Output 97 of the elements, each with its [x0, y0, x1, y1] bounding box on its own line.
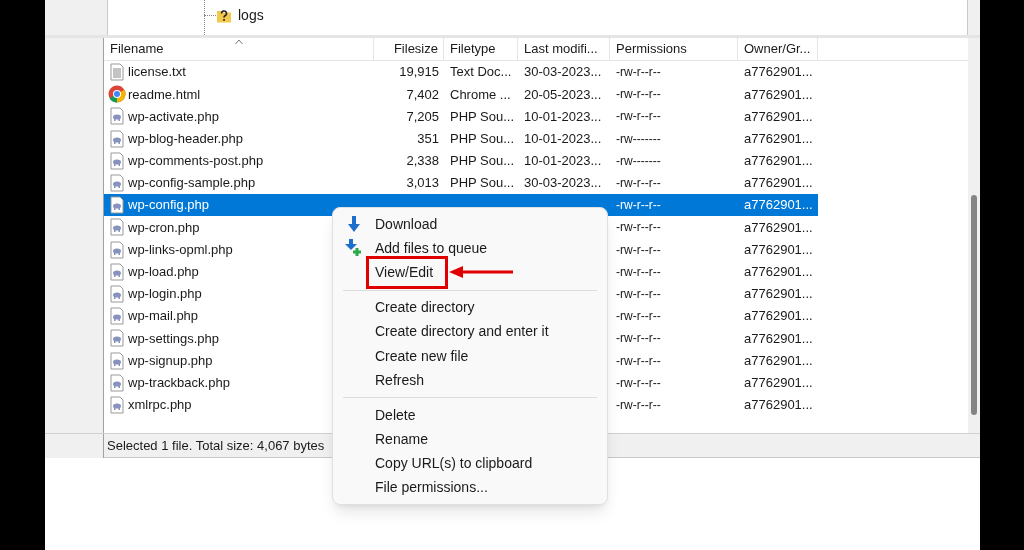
- table-cell-text: Text Doc...: [450, 63, 512, 82]
- file-name[interactable]: wp-links-opml.php: [128, 239, 233, 260]
- php-file-icon: [108, 129, 126, 148]
- table-cell-text: -rw-r--r--: [616, 285, 661, 303]
- column-header[interactable]: Owner/Gr...: [738, 38, 818, 60]
- table-cell-text: -rw-r--r--: [616, 374, 661, 392]
- table-cell-text: -rw-r--r--: [616, 175, 661, 193]
- table-cell-text: a7762901...: [744, 240, 813, 259]
- pointer-arrow: [449, 266, 516, 279]
- column-header[interactable]: Last modifi...: [518, 38, 610, 60]
- table-cell-text: 20-05-2023...: [524, 85, 602, 104]
- php-file-icon: [108, 151, 126, 170]
- file-name[interactable]: wp-settings.php: [128, 328, 220, 349]
- table-cell-text: a7762901...: [744, 285, 813, 304]
- table-cell-text: 10-01-2023...: [524, 152, 602, 171]
- php-file-icon: [108, 284, 126, 303]
- table-cell-text: a7762901...: [744, 85, 813, 104]
- table-cell-text: a7762901...: [744, 396, 813, 415]
- php-file-icon: [108, 174, 126, 193]
- column-header[interactable]: Filetype: [444, 38, 518, 60]
- tree-item[interactable]: logs: [238, 5, 264, 26]
- file-name[interactable]: wp-activate.php: [128, 106, 220, 127]
- table-cell-text: -rw-r--r--: [616, 108, 661, 126]
- table-cell-text: a7762901...: [744, 63, 813, 82]
- php-file-icon: [108, 329, 126, 348]
- table-cell-text: 7,402: [406, 85, 439, 104]
- table-cell-text: -rw-r--r--: [616, 241, 661, 259]
- download-icon: [346, 215, 362, 234]
- sort-indicator-icon: [234, 39, 243, 45]
- unknown-folder-icon: [216, 8, 232, 23]
- table-cell-text: -rw-r--r--: [616, 396, 661, 414]
- status-text: Selected 1 file. Total size: 4,067 bytes: [107, 436, 325, 455]
- table-cell-text: a7762901...: [744, 307, 813, 326]
- table-cell-text: -rw-------: [616, 130, 661, 148]
- table-cell-text: PHP Sou...: [450, 129, 515, 148]
- scrollbar-thumb[interactable]: [971, 195, 977, 415]
- file-name[interactable]: wp-comments-post.php: [128, 151, 264, 171]
- column-header[interactable]: Permissions: [610, 38, 738, 60]
- php-file-icon: [108, 218, 126, 237]
- file-name[interactable]: wp-config-sample.php: [128, 173, 256, 193]
- file-name[interactable]: wp-signup.php: [128, 350, 213, 371]
- column-header[interactable]: Filesize: [374, 38, 444, 60]
- table-cell-text: a7762901...: [744, 152, 813, 171]
- text-file-icon: [108, 63, 126, 82]
- table-cell-text: -rw-r--r--: [616, 197, 661, 215]
- php-file-icon: [108, 351, 126, 370]
- table-cell-text: -rw-r--r--: [616, 64, 661, 82]
- table-cell-text: 351: [417, 129, 439, 148]
- php-file-icon: [108, 240, 126, 259]
- table-cell-text: a7762901...: [744, 218, 813, 237]
- table-cell-text: a7762901...: [744, 329, 813, 348]
- file-name[interactable]: wp-trackback.php: [128, 372, 230, 393]
- table-cell-text: 2,338: [406, 152, 439, 171]
- table-cell-text: -rw-r--r--: [616, 263, 661, 281]
- file-name[interactable]: readme.html: [128, 84, 201, 105]
- file-name[interactable]: wp-mail.php: [128, 306, 199, 326]
- table-cell-text: 10-01-2023...: [524, 107, 602, 126]
- table-cell-text: PHP Sou...: [450, 152, 515, 171]
- php-file-icon: [108, 107, 126, 126]
- table-cell-text: PHP Sou...: [450, 107, 515, 126]
- php-file-icon: [108, 395, 126, 414]
- table-cell-text: -rw-------: [616, 152, 661, 170]
- table-cell-text: -rw-r--r--: [616, 330, 661, 348]
- file-name[interactable]: wp-blog-header.php: [128, 128, 243, 149]
- php-file-icon: [108, 262, 126, 281]
- table-cell-text: a7762901...: [744, 351, 813, 370]
- column-header[interactable]: Filename: [104, 38, 374, 60]
- table-cell-text: 10-01-2023...: [524, 129, 602, 148]
- table-cell-text: -rw-r--r--: [616, 86, 661, 104]
- table-cell-text: Chrome ...: [450, 85, 511, 104]
- table-cell-text: 3,013: [406, 174, 439, 193]
- table-cell-text: PHP Sou...: [450, 174, 515, 193]
- php-file-icon: [108, 373, 126, 392]
- table-cell-text: 30-03-2023...: [524, 63, 602, 82]
- file-name[interactable]: wp-load.php: [128, 262, 199, 282]
- browser-file-icon: [108, 85, 126, 104]
- table-cell-text: a7762901...: [744, 196, 813, 215]
- php-file-icon: [108, 307, 126, 326]
- table-cell-text: -rw-r--r--: [616, 219, 661, 237]
- table-cell-text: a7762901...: [744, 263, 813, 282]
- table-cell-text: a7762901...: [744, 174, 813, 193]
- file-name[interactable]: wp-login.php: [128, 284, 202, 304]
- add-to-queue-icon: [345, 239, 363, 258]
- file-name[interactable]: wp-cron.php: [128, 217, 200, 238]
- table-cell-text: 7,205: [406, 107, 439, 126]
- file-name[interactable]: wp-config.php: [128, 195, 209, 215]
- table-cell-text: a7762901...: [744, 107, 813, 126]
- php-file-icon: [108, 196, 126, 215]
- table-cell-text: 30-03-2023...: [524, 174, 602, 193]
- table-cell-text: a7762901...: [744, 373, 813, 392]
- menu-item[interactable]: Delete: [369, 401, 422, 429]
- file-name[interactable]: xmlrpc.php: [128, 395, 192, 415]
- table-cell-text: 19,915: [399, 63, 439, 82]
- file-name[interactable]: license.txt: [128, 62, 186, 82]
- table-cell-text: -rw-r--r--: [616, 308, 661, 326]
- table-cell-text: a7762901...: [744, 129, 813, 148]
- table-cell-text: -rw-r--r--: [616, 352, 661, 370]
